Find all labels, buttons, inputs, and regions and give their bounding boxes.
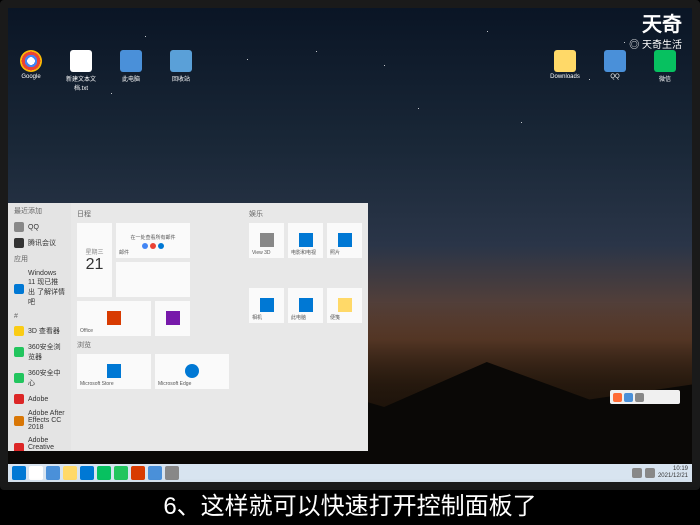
start-menu-tiles: 日程 星期三 21 在一处查看所有邮件 邮件 bbox=[71, 203, 368, 451]
file-icon bbox=[70, 50, 92, 72]
desktop-screen: 天奇 ◎ 天奇生活 Google 新建文本文档.txt 此电脑 回收站 Down… bbox=[0, 0, 700, 490]
tray-icon-2[interactable] bbox=[645, 468, 655, 478]
wechat-icon bbox=[654, 50, 676, 72]
store-icon bbox=[107, 364, 121, 378]
chrome-icon bbox=[20, 50, 42, 72]
start-menu-app-list: 最近添加 QQ 腾讯会议 应用 Windows 11 现已推出 了解详情吧 # … bbox=[8, 203, 71, 451]
app-ae[interactable]: Adobe After Effects CC 2018 bbox=[8, 407, 71, 434]
start-menu: 最近添加 QQ 腾讯会议 应用 Windows 11 现已推出 了解详情吧 # … bbox=[8, 203, 368, 451]
apps-header: 应用 bbox=[8, 251, 71, 267]
tile-mail[interactable]: 在一处查看所有邮件 邮件 bbox=[116, 223, 190, 258]
office-icon bbox=[107, 311, 121, 325]
meeting-icon bbox=[14, 238, 24, 248]
tile-spacer[interactable] bbox=[116, 262, 190, 297]
cc-icon bbox=[14, 443, 24, 452]
video-caption: 6、这样就可以快速打开控制面板了 bbox=[0, 478, 700, 525]
desktop-icon-wechat[interactable]: 微信 bbox=[646, 50, 684, 83]
onenote-icon bbox=[166, 311, 180, 325]
watermark-main: 天奇 bbox=[642, 8, 682, 37]
sticky-icon bbox=[338, 298, 352, 312]
windows-icon bbox=[14, 284, 24, 294]
ime-mode-icon bbox=[624, 393, 633, 402]
list-header: # bbox=[8, 310, 71, 323]
app-adobe[interactable]: Adobe bbox=[8, 391, 71, 407]
ime-opt-icon bbox=[635, 393, 644, 402]
desktop-icon-textfile[interactable]: 新建文本文档.txt bbox=[62, 50, 100, 92]
360-icon bbox=[14, 347, 24, 357]
360-icon bbox=[14, 373, 24, 383]
ae-icon bbox=[14, 416, 24, 426]
tile-sticky[interactable]: 便笺 bbox=[327, 288, 362, 323]
pinned-header: 最近添加 bbox=[8, 203, 71, 219]
section-explore: 浏览 bbox=[77, 340, 229, 350]
pc-icon bbox=[299, 298, 313, 312]
folder-icon bbox=[554, 50, 576, 72]
tile-camera[interactable]: 相机 bbox=[249, 288, 284, 323]
app-360browser[interactable]: 360安全浏览器 bbox=[8, 339, 71, 365]
qq-icon bbox=[604, 50, 626, 72]
tile-view3d[interactable]: View 3D bbox=[249, 223, 284, 258]
sogou-icon bbox=[613, 393, 622, 402]
camera-icon bbox=[260, 298, 274, 312]
adobe-icon bbox=[14, 394, 24, 404]
recycle-icon bbox=[170, 50, 192, 72]
tile-thispc[interactable]: 此电脑 bbox=[288, 288, 323, 323]
app-3dviewer[interactable]: 3D 查看器 bbox=[8, 323, 71, 339]
desktop-icons-left: Google 新建文本文档.txt 此电脑 回收站 bbox=[12, 50, 200, 92]
3d-icon bbox=[260, 233, 274, 247]
section-daily: 日程 bbox=[77, 209, 229, 219]
tile-calendar[interactable]: 星期三 21 bbox=[77, 223, 112, 297]
tile-msstore[interactable]: Microsoft Store bbox=[77, 354, 151, 389]
tray-icon[interactable] bbox=[632, 468, 642, 478]
tile-office[interactable]: Office bbox=[77, 301, 151, 336]
desktop-icon-downloads[interactable]: Downloads bbox=[546, 50, 584, 83]
3d-icon bbox=[14, 326, 24, 336]
section-play: 娱乐 bbox=[249, 209, 362, 219]
ime-toolbar[interactable] bbox=[610, 390, 680, 404]
photos-icon bbox=[338, 233, 352, 247]
movies-icon bbox=[299, 233, 313, 247]
app-meeting[interactable]: 腾讯会议 bbox=[8, 235, 71, 251]
desktop-icons-right: Downloads QQ 微信 bbox=[546, 50, 684, 83]
tile-photos[interactable]: 照片 bbox=[327, 223, 362, 258]
desktop-icon-thispc[interactable]: 此电脑 bbox=[112, 50, 150, 92]
pc-icon bbox=[120, 50, 142, 72]
app-cc[interactable]: Adobe Creative Cloud bbox=[8, 434, 71, 451]
app-win11[interactable]: Windows 11 现已推出 了解详情吧 bbox=[8, 267, 71, 310]
desktop-icon-recycle[interactable]: 回收站 bbox=[162, 50, 200, 92]
app-360safe[interactable]: 360安全中心 bbox=[8, 365, 71, 391]
app-qq[interactable]: QQ bbox=[8, 219, 71, 235]
desktop-icon-qq[interactable]: QQ bbox=[596, 50, 634, 83]
desktop-icon-chrome[interactable]: Google bbox=[12, 50, 50, 92]
edge-icon bbox=[185, 364, 199, 378]
qq-icon bbox=[14, 222, 24, 232]
tile-onenote[interactable] bbox=[155, 301, 190, 336]
tile-edge[interactable]: Microsoft Edge bbox=[155, 354, 229, 389]
watermark-sub: ◎ 天奇生活 bbox=[629, 36, 682, 51]
tile-movies[interactable]: 电影和电视 bbox=[288, 223, 323, 258]
